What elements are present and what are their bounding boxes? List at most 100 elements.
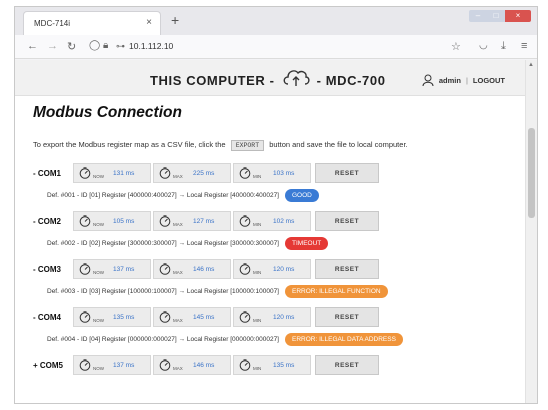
brand: THIS COMPUTER - - MDC-700 [150, 70, 386, 88]
reset-button[interactable]: RESET [315, 211, 379, 231]
username[interactable]: admin [439, 76, 461, 85]
definition-text: Def. #002 - ID [02] Register [300000:300… [47, 239, 279, 247]
stopwatch-icon [79, 167, 91, 179]
new-tab-icon[interactable]: + [171, 12, 179, 28]
stopwatch-icon [79, 311, 91, 323]
latency-min: MIN 103 ms [233, 163, 311, 183]
com-toggle[interactable]: - COM3 [33, 265, 73, 274]
metric-label: NOW [93, 221, 104, 227]
latency-now: NOW 105 ms [73, 211, 151, 231]
scroll-up-icon[interactable]: ▲ [528, 62, 534, 68]
metric-label: MAX [173, 365, 183, 371]
shield-icon[interactable]: ◯ [89, 40, 100, 51]
lock-icon: 🔒︎ [103, 40, 109, 51]
latency-value: 131 ms [113, 169, 135, 177]
user-icon [422, 74, 434, 86]
latency-value: 137 ms [113, 265, 135, 273]
latency-min: MIN 102 ms [233, 211, 311, 231]
register-definition: Def. #003 - ID [03] Register [100000:100… [47, 283, 523, 299]
metric-label: MIN [253, 269, 262, 275]
latency-value: 105 ms [113, 217, 135, 225]
stopwatch-icon [239, 167, 251, 179]
maximize-icon[interactable]: □ [487, 10, 505, 22]
browser-tab[interactable]: MDC-714i × [23, 11, 161, 35]
tab-title: MDC-714i [34, 19, 71, 28]
latency-min: MIN 120 ms [233, 259, 311, 279]
com-toggle[interactable]: - COM2 [33, 217, 73, 226]
com-row: - COM1 NOW 131 ms MAX 225 ms MIN 103 ms RESET [33, 163, 523, 183]
latency-value: 120 ms [273, 265, 295, 273]
metric-label: MIN [253, 317, 262, 323]
stopwatch-icon [239, 215, 251, 227]
latency-max: MAX 225 ms [153, 163, 231, 183]
latency-max: MAX 145 ms [153, 307, 231, 327]
navigation-bar: ← → ↻ ◯ 🔒︎ ⊶ 10.1.112.10 ☆ ◡ ⤓ ≡ [15, 35, 537, 59]
latency-value: 127 ms [193, 217, 215, 225]
latency-min: MIN 135 ms [233, 355, 311, 375]
latency-value: 103 ms [273, 169, 295, 177]
metric-label: MAX [173, 173, 183, 179]
latency-now: NOW 137 ms [73, 259, 151, 279]
user-separator: | [465, 75, 468, 85]
permissions-icon[interactable]: ⊶ [116, 41, 125, 52]
latency-now: NOW 131 ms [73, 163, 151, 183]
register-definition: Def. #001 - ID [01] Register [400000:400… [47, 187, 523, 203]
site-header: THIS COMPUTER - - MDC-700 admin | LOGOUT [15, 60, 527, 96]
forward-arrow-icon[interactable]: → [47, 40, 58, 52]
export-button[interactable]: EXPORT [230, 140, 265, 151]
pocket-icon[interactable]: ◡ [479, 40, 488, 51]
page-title: Modbus Connection [33, 104, 182, 121]
metric-label: NOW [93, 317, 104, 323]
stopwatch-icon [239, 359, 251, 371]
browser-window: MDC-714i × + – □ × ← → ↻ ◯ 🔒︎ ⊶ 10.1.112… [14, 6, 538, 404]
scrollbar[interactable]: ▲ [525, 60, 537, 403]
intro-before: To export the Modbus register map as a C… [33, 140, 226, 149]
close-window-icon[interactable]: × [505, 10, 531, 22]
com-toggle[interactable]: + COM5 [33, 361, 73, 370]
latency-now: NOW 135 ms [73, 307, 151, 327]
intro-text: To export the Modbus register map as a C… [33, 140, 408, 151]
intro-after: button and save the file to local comput… [269, 140, 408, 149]
stopwatch-icon [239, 263, 251, 275]
stopwatch-icon [79, 215, 91, 227]
stopwatch-icon [159, 263, 171, 275]
minimize-icon[interactable]: – [469, 10, 487, 22]
cloud-sync-icon [283, 70, 310, 86]
reset-button[interactable]: RESET [315, 307, 379, 327]
status-badge: GOOD [285, 188, 319, 202]
com-port-list: - COM1 NOW 131 ms MAX 225 ms MIN 103 ms RESET De… [33, 163, 523, 381]
latency-max: MAX 127 ms [153, 211, 231, 231]
download-icon[interactable]: ⤓ [501, 40, 506, 53]
back-arrow-icon[interactable]: ← [27, 40, 38, 52]
latency-value: 137 ms [113, 361, 135, 369]
latency-max: MAX 146 ms [153, 355, 231, 375]
reset-button[interactable]: RESET [315, 259, 379, 279]
reset-button[interactable]: RESET [315, 355, 379, 375]
latency-now: NOW 137 ms [73, 355, 151, 375]
tab-bar: MDC-714i × + – □ × [15, 7, 537, 35]
bookmark-star-icon[interactable]: ☆ [451, 40, 461, 53]
url-bar[interactable]: 10.1.112.10 [129, 41, 173, 51]
com-toggle[interactable]: - COM4 [33, 313, 73, 322]
reload-icon[interactable]: ↻ [67, 40, 76, 53]
brand-left: THIS COMPUTER - [150, 72, 275, 88]
com-toggle[interactable]: - COM1 [33, 169, 73, 178]
menu-icon[interactable]: ≡ [521, 40, 527, 52]
com-row: + COM5 NOW 137 ms MAX 146 ms MIN 135 ms RESET [33, 355, 523, 375]
scrollbar-thumb[interactable] [528, 128, 535, 218]
logout-link[interactable]: LOGOUT [473, 76, 505, 85]
reset-button[interactable]: RESET [315, 163, 379, 183]
stopwatch-icon [239, 311, 251, 323]
window-controls: – □ × [469, 10, 531, 22]
metric-label: MIN [253, 221, 262, 227]
register-definition: Def. #004 - ID [04] Register [000000:000… [47, 331, 523, 347]
page-content: THIS COMPUTER - - MDC-700 admin | LOGOUT… [15, 60, 527, 403]
status-badge: ERROR: ILLEGAL DATA ADDRESS [285, 332, 403, 346]
definition-text: Def. #001 - ID [01] Register [400000:400… [47, 191, 279, 199]
tab-close-icon[interactable]: × [146, 17, 152, 28]
stopwatch-icon [159, 167, 171, 179]
metric-label: MIN [253, 173, 262, 179]
definition-text: Def. #003 - ID [03] Register [100000:100… [47, 287, 279, 295]
latency-value: 120 ms [273, 313, 295, 321]
register-definition: Def. #002 - ID [02] Register [300000:300… [47, 235, 523, 251]
